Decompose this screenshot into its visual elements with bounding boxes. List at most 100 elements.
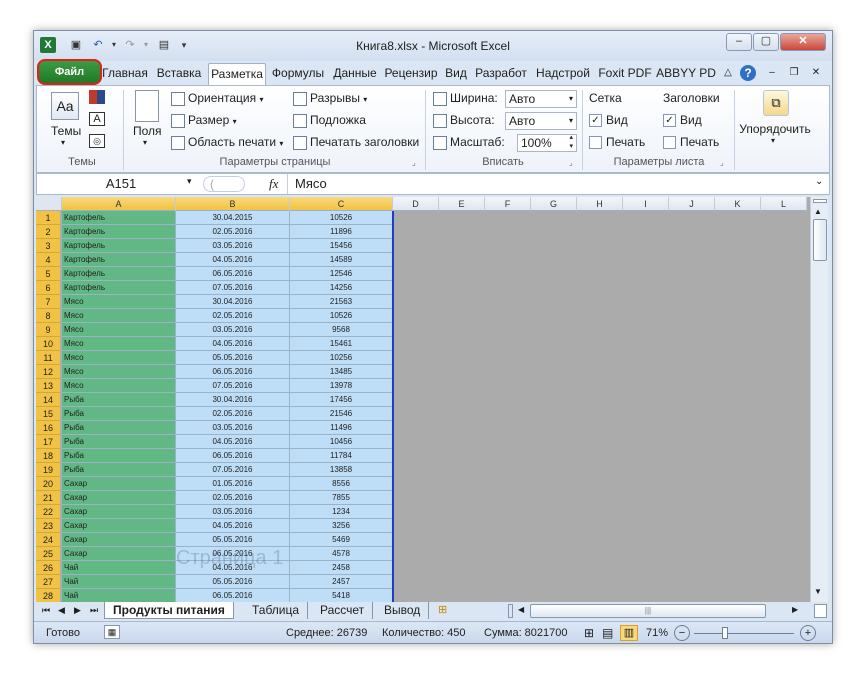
cell-date[interactable]: 06.05.2016: [176, 267, 290, 281]
sheet-nav-prev-icon[interactable]: ◀: [58, 602, 65, 619]
tab-view[interactable]: Вид: [442, 63, 470, 85]
sheet-options-launcher-icon[interactable]: ⌟: [720, 158, 724, 167]
themes-button-label[interactable]: Темы: [51, 124, 81, 138]
sheet-tab-table[interactable]: Таблица: [244, 602, 309, 619]
orientation-button[interactable]: Ориентация: [188, 91, 256, 105]
height-combo[interactable]: Авто ▾: [505, 112, 577, 130]
row-header[interactable]: 27: [36, 575, 61, 589]
normal-view-icon[interactable]: ⊞: [584, 625, 594, 641]
headings-print-checkbox[interactable]: [663, 136, 676, 150]
column-header[interactable]: I: [623, 197, 669, 211]
size-button[interactable]: Размер: [188, 113, 229, 127]
hscroll-left-icon[interactable]: ◀: [518, 602, 524, 619]
page-layout-view-icon[interactable]: ▤: [602, 625, 613, 641]
cell-amount[interactable]: 10526: [290, 211, 393, 225]
cell-date[interactable]: 06.05.2016: [176, 589, 290, 602]
cell-product[interactable]: Сахар: [62, 505, 176, 519]
sheet-nav-next-icon[interactable]: ▶: [74, 602, 81, 619]
page-setup-launcher-icon[interactable]: ⌟: [412, 158, 416, 167]
tab-abbyy-pdf[interactable]: ABBYY PD: [656, 63, 716, 85]
cell-date[interactable]: 05.05.2016: [176, 533, 290, 547]
hscroll-right-icon[interactable]: ▶: [792, 602, 798, 619]
split-handle[interactable]: [813, 199, 827, 203]
tab-foxit-pdf[interactable]: Foxit PDF: [596, 63, 654, 85]
zoom-out-icon[interactable]: −: [674, 625, 690, 641]
sheet-tab-products[interactable]: Продукты питания: [104, 602, 234, 619]
scale-launcher-icon[interactable]: ⌟: [569, 158, 573, 167]
sheet-tab-calculation[interactable]: Рассчет: [312, 602, 374, 619]
workbook-restore-icon[interactable]: ❐: [786, 63, 802, 85]
print-area-dropdown-icon[interactable]: ▾: [279, 139, 283, 148]
scroll-up-icon[interactable]: ▲: [814, 207, 822, 216]
row-header[interactable]: 1: [36, 211, 61, 225]
background-button[interactable]: Подложка: [310, 113, 366, 127]
cell-amount[interactable]: 9568: [290, 323, 393, 337]
insert-sheet-icon[interactable]: ⊞: [438, 602, 447, 619]
worksheet-grid[interactable]: ABCDEFGHIJKL 1 Картофель 30.04.2015 10526 2 К…: [36, 197, 810, 602]
row-header[interactable]: 12: [36, 365, 61, 379]
row-header[interactable]: 19: [36, 463, 61, 477]
cell-date[interactable]: 30.04.2016: [176, 295, 290, 309]
cell-amount[interactable]: 13978: [290, 379, 393, 393]
cell-product[interactable]: Картофель: [62, 253, 176, 267]
row-header[interactable]: 22: [36, 505, 61, 519]
formula-bar-resize-handle[interactable]: (: [203, 176, 245, 192]
cell-product[interactable]: Мясо: [62, 323, 176, 337]
cell-amount[interactable]: 10256: [290, 351, 393, 365]
cell-product[interactable]: Мясо: [62, 351, 176, 365]
cell-date[interactable]: 30.04.2015: [176, 211, 290, 225]
theme-fonts-icon[interactable]: A: [89, 112, 105, 126]
cell-date[interactable]: 01.05.2016: [176, 477, 290, 491]
page-break-preview-icon[interactable]: ▥: [620, 625, 638, 641]
cell-product[interactable]: Рыба: [62, 393, 176, 407]
row-header[interactable]: 24: [36, 533, 61, 547]
cell-date[interactable]: 04.05.2016: [176, 337, 290, 351]
row-header[interactable]: 14: [36, 393, 61, 407]
minimize-button[interactable]: ‒: [726, 33, 752, 51]
gridlines-print-checkbox[interactable]: [589, 136, 602, 150]
cell-product[interactable]: Чай: [62, 589, 176, 602]
scale-spinner[interactable]: 100% ▴ ▾: [517, 134, 577, 152]
tab-insert[interactable]: Вставка: [152, 63, 206, 85]
themes-dropdown-icon[interactable]: ▾: [61, 138, 65, 147]
vertical-scroll-thumb[interactable]: [813, 219, 827, 261]
breaks-dropdown-icon[interactable]: ▾: [363, 95, 367, 104]
expand-formula-bar-icon[interactable]: ⌄: [815, 176, 823, 187]
cell-date[interactable]: 07.05.2016: [176, 463, 290, 477]
cell-amount[interactable]: 15456: [290, 239, 393, 253]
column-header[interactable]: L: [761, 197, 807, 211]
workbook-close-icon[interactable]: ✕: [808, 63, 824, 85]
cell-amount[interactable]: 4578: [290, 547, 393, 561]
arrange-dropdown-icon[interactable]: ▾: [771, 136, 775, 145]
row-header[interactable]: 25: [36, 547, 61, 561]
cell-date[interactable]: 30.04.2016: [176, 393, 290, 407]
cell-product[interactable]: Чай: [62, 575, 176, 589]
orientation-dropdown-icon[interactable]: ▾: [259, 95, 263, 104]
cell-amount[interactable]: 2458: [290, 561, 393, 575]
margins-icon[interactable]: [135, 90, 159, 122]
gridlines-view-checkbox[interactable]: ✓: [589, 114, 602, 128]
cell-date[interactable]: 04.05.2016: [176, 253, 290, 267]
column-header[interactable]: H: [577, 197, 623, 211]
name-box[interactable]: A151: [41, 175, 201, 193]
cell-product[interactable]: Мясо: [62, 295, 176, 309]
cell-date[interactable]: 02.05.2016: [176, 491, 290, 505]
cell-date[interactable]: 03.05.2016: [176, 323, 290, 337]
cell-amount[interactable]: 15461: [290, 337, 393, 351]
cell-amount[interactable]: 21563: [290, 295, 393, 309]
formula-input[interactable]: Мясо: [295, 176, 327, 191]
horizontal-scroll-thumb[interactable]: |||: [530, 604, 766, 618]
height-dropdown-icon[interactable]: ▾: [569, 113, 573, 129]
cell-date[interactable]: 07.05.2016: [176, 281, 290, 295]
cell-product[interactable]: Мясо: [62, 337, 176, 351]
cell-date[interactable]: 06.05.2016: [176, 365, 290, 379]
size-dropdown-icon[interactable]: ▾: [233, 117, 237, 126]
cell-date[interactable]: 03.05.2016: [176, 505, 290, 519]
cell-amount[interactable]: 3256: [290, 519, 393, 533]
cell-product[interactable]: Мясо: [62, 365, 176, 379]
cell-product[interactable]: Рыба: [62, 463, 176, 477]
column-header[interactable]: J: [669, 197, 715, 211]
width-combo[interactable]: Авто ▾: [505, 90, 577, 108]
row-header[interactable]: 20: [36, 477, 61, 491]
row-header[interactable]: 7: [36, 295, 61, 309]
